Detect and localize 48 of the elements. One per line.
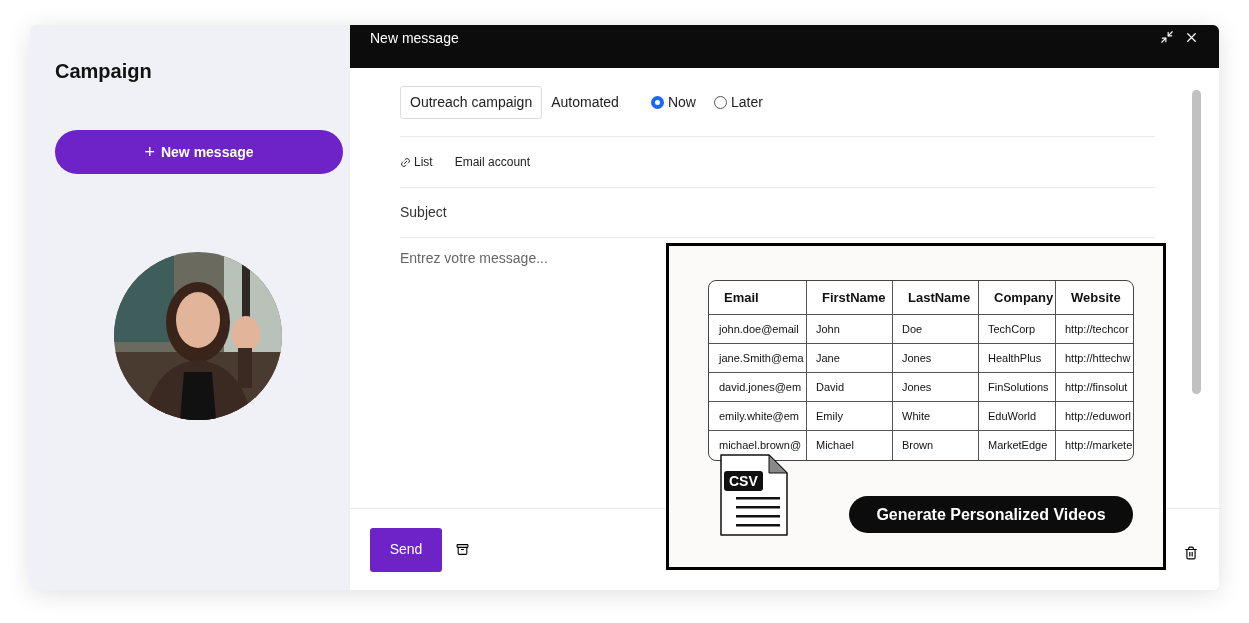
table-cell-text: david.jones@em (718, 379, 803, 395)
table-cell-text: emily.white@em (718, 408, 801, 424)
table-cell: Michael (806, 431, 892, 460)
send-button[interactable]: Send (370, 527, 442, 572)
table-cell: TechCorp (978, 315, 1055, 343)
subject-field[interactable]: Subject (400, 188, 1155, 238)
trash-icon[interactable] (1184, 545, 1198, 560)
table-cell: John (806, 315, 892, 343)
table-cell: Brown (892, 431, 978, 460)
table-cell: Jane (806, 344, 892, 372)
scrollbar[interactable] (1192, 90, 1201, 394)
timing-radio[interactable]: Now (650, 91, 696, 113)
table-cell: http://markete (1055, 431, 1133, 460)
csv-label: CSV (724, 471, 763, 491)
table-cell: White (892, 402, 978, 430)
table-cell: http://finsolut (1055, 373, 1133, 401)
table-cell: David (806, 373, 892, 401)
campaign-name-field[interactable]: Outreach campaign (400, 85, 543, 119)
generate-videos-button[interactable]: Generate Personalized Videos (849, 496, 1133, 533)
table-cell: FinSolutions (978, 373, 1055, 401)
table-cell: Emily (806, 402, 892, 430)
table-cell-text: jane.Smith@ema (717, 350, 805, 366)
column-header: FirstName (806, 281, 892, 314)
column-header: Email (723, 288, 760, 307)
table-cell: http://eduworl (1055, 402, 1133, 430)
table-cell: Jones (892, 344, 978, 372)
sidebar-title: Campaign (55, 59, 153, 83)
table-cell: Doe (892, 315, 978, 343)
table-cell: http://techcor (1055, 315, 1133, 343)
mode-label: Automated (551, 92, 619, 112)
column-header: Website (1055, 281, 1133, 314)
column-header: LastName (892, 281, 978, 314)
table-cell: Jones (892, 373, 978, 401)
table-cell-text: john.doe@email (717, 321, 800, 337)
archive-icon[interactable] (456, 543, 469, 556)
recipient-link[interactable]: List (400, 153, 433, 171)
table-cell: EduWorld (978, 402, 1055, 430)
table-cell: HealthPlus (978, 344, 1055, 372)
table-cell-text: michael.brown@ (718, 438, 803, 454)
column-header: Company (978, 281, 1055, 314)
table-cell: MarketEdge (978, 431, 1055, 460)
close-icon[interactable] (1184, 30, 1199, 45)
table-cell: http://httechw (1055, 344, 1133, 372)
new-message-button[interactable]: + New message (55, 130, 343, 174)
modal-title: New message (370, 29, 459, 48)
minimize-icon[interactable] (1160, 30, 1174, 44)
timing-radio[interactable]: Later (713, 91, 763, 113)
recipient-link[interactable]: Email account (454, 153, 531, 171)
